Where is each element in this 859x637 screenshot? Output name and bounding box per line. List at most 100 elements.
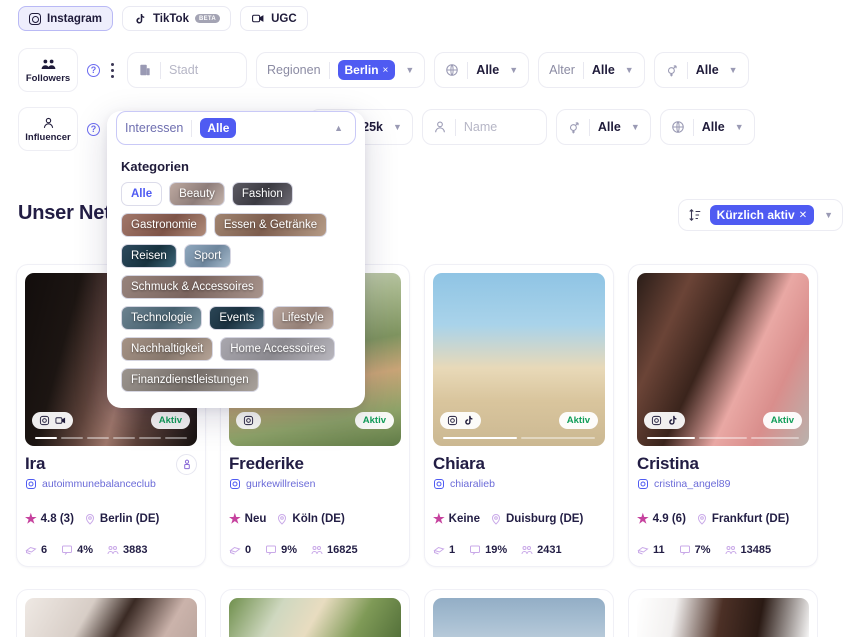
chevron-down-icon[interactable]: ▼ — [631, 122, 640, 132]
sort-control[interactable]: Kürzlich aktiv ✕ ▼ — [677, 199, 843, 231]
chevron-down-icon[interactable]: ▼ — [735, 122, 744, 132]
card-image[interactable]: Aktiv — [433, 273, 605, 446]
interests-filter-trigger[interactable]: Interessen Alle ▲ — [116, 111, 356, 145]
influencer-card[interactable] — [220, 589, 410, 637]
person-icon — [180, 459, 194, 470]
avatar[interactable] — [176, 454, 197, 475]
language-filter-value: Alle — [476, 63, 500, 77]
influencer-card[interactable]: Aktiv Chiara chiaralieb ★ Keine Duisburg… — [424, 264, 614, 567]
category-chip-essen-getraenke[interactable]: Essen & Getränke — [213, 213, 328, 237]
card-image[interactable] — [637, 598, 809, 637]
instagram-icon — [229, 478, 241, 490]
close-icon[interactable]: ✕ — [799, 210, 807, 221]
chevron-down-icon[interactable]: ▼ — [729, 65, 738, 75]
influencer-card[interactable] — [16, 589, 206, 637]
chevron-down-icon[interactable]: ▼ — [625, 65, 634, 75]
card-location: Frankfurt (DE) — [711, 512, 790, 525]
followers-icon — [41, 57, 56, 71]
tab-instagram[interactable]: Instagram — [18, 6, 113, 31]
influencer-card[interactable]: Aktiv Cristina cristina_angel89 ★ 4.9 (6… — [628, 264, 818, 567]
category-chip-technologie[interactable]: Technologie — [121, 306, 203, 330]
category-chip-sport[interactable]: Sport — [183, 244, 232, 268]
platform-badges — [236, 412, 261, 429]
star-icon: ★ — [637, 510, 649, 526]
tab-ugc-label: UGC — [271, 12, 297, 25]
more-options-icon[interactable] — [111, 62, 115, 78]
name-search-input[interactable]: Name — [421, 109, 547, 145]
card-handle[interactable]: gurkewillreisen — [229, 478, 315, 490]
engagement-icon — [61, 544, 73, 556]
category-chip-reisen[interactable]: Reisen — [121, 244, 177, 268]
card-meta: ★ 4.8 (3) Berlin (DE) — [25, 511, 197, 527]
card-handle[interactable]: autoimmunebalanceclub — [25, 478, 156, 490]
chevron-up-icon[interactable]: ▲ — [334, 123, 343, 133]
city-filter[interactable]: Stadt — [127, 52, 247, 88]
card-handle[interactable]: chiaralieb — [433, 478, 495, 490]
influencer-card[interactable] — [628, 589, 818, 637]
chevron-down-icon[interactable]: ▼ — [824, 210, 833, 220]
sidebar-item-influencer[interactable]: Influencer — [18, 107, 78, 151]
age-filter[interactable]: Alter Alle ▼ — [538, 52, 645, 88]
card-followers: 13485 — [740, 543, 772, 556]
card-followers: 2431 — [537, 543, 562, 556]
category-chip-home-accessoires[interactable]: Home Accessoires — [220, 337, 336, 361]
star-icon: ★ — [25, 510, 37, 526]
category-chip-schmuck-accessoires[interactable]: Schmuck & Accessoires — [121, 275, 264, 299]
card-stats: 11 7% 13485 — [637, 544, 809, 556]
divider — [467, 61, 469, 79]
image-carousel-progress[interactable] — [443, 436, 595, 439]
category-chip-beauty[interactable]: Beauty — [169, 182, 225, 206]
gender-filter[interactable]: Alle ▼ — [653, 52, 749, 88]
category-chip-finanzdienstleistungen[interactable]: Finanzdienstleistungen — [121, 368, 259, 392]
instagram-icon — [25, 478, 37, 490]
card-handle-label: gurkewillreisen — [246, 477, 316, 490]
tab-tiktok[interactable]: TikTok BETA — [121, 6, 232, 31]
card-handle[interactable]: cristina_angel89 — [637, 478, 730, 490]
star-icon: ★ — [433, 510, 445, 526]
category-chip-lifestyle[interactable]: Lifestyle — [271, 306, 334, 330]
sidebar-item-followers-label: Followers — [25, 72, 71, 84]
interests-selected-value: Alle — [200, 118, 237, 138]
category-chip-events[interactable]: Events — [209, 306, 265, 330]
chevron-down-icon[interactable]: ▼ — [393, 122, 402, 132]
tab-tiktok-badge: BETA — [194, 14, 221, 23]
divider — [191, 119, 193, 137]
card-handle-label: cristina_angel89 — [654, 477, 731, 490]
star-icon: ★ — [229, 510, 241, 526]
location-pin-icon — [490, 513, 502, 525]
sidebar-item-followers[interactable]: Followers — [18, 48, 78, 92]
card-image[interactable]: Aktiv — [637, 273, 809, 446]
image-carousel-progress[interactable] — [35, 436, 187, 439]
engagement-icon — [679, 544, 691, 556]
image-carousel-progress[interactable] — [647, 436, 799, 439]
chevron-down-icon[interactable]: ▼ — [405, 65, 414, 75]
platform-badges — [440, 412, 481, 429]
regions-filter-chip[interactable]: Berlin × — [337, 60, 396, 80]
help-icon-influencer[interactable]: ? — [87, 122, 100, 136]
card-image[interactable] — [25, 598, 197, 637]
remove-icon[interactable]: × — [383, 65, 389, 76]
card-image[interactable] — [229, 598, 401, 637]
globe-icon — [671, 120, 685, 134]
influencer-card[interactable] — [424, 589, 614, 637]
language-filter[interactable]: Alle ▼ — [434, 52, 530, 88]
card-image[interactable] — [433, 598, 605, 637]
sort-chip[interactable]: Kürzlich aktiv ✕ — [709, 205, 815, 225]
category-chip-alle[interactable]: Alle — [121, 182, 163, 206]
platform-tabs: Instagram TikTok BETA UGC — [18, 6, 308, 31]
regions-filter-label: Regionen — [267, 63, 321, 77]
tab-ugc[interactable]: UGC — [240, 6, 308, 31]
language-filter-2[interactable]: Alle ▼ — [659, 109, 755, 145]
category-chip-gastronomie[interactable]: Gastronomie — [121, 213, 207, 237]
card-name: Ira — [25, 454, 46, 473]
age-filter-value: Alle — [591, 63, 615, 77]
status-badge: Aktiv — [558, 412, 598, 429]
chevron-down-icon[interactable]: ▼ — [509, 65, 518, 75]
category-chip-nachhaltigkeit[interactable]: Nachhaltigkeit — [121, 337, 214, 361]
gender-filter-2[interactable]: Alle ▼ — [555, 109, 651, 145]
card-meta: ★ Neu Köln (DE) — [229, 511, 401, 527]
card-engagement: 9% — [281, 543, 298, 556]
regions-filter[interactable]: Regionen Berlin × ▼ — [256, 52, 426, 88]
help-icon-followers[interactable]: ? — [87, 63, 100, 77]
category-chip-fashion[interactable]: Fashion — [231, 182, 293, 206]
